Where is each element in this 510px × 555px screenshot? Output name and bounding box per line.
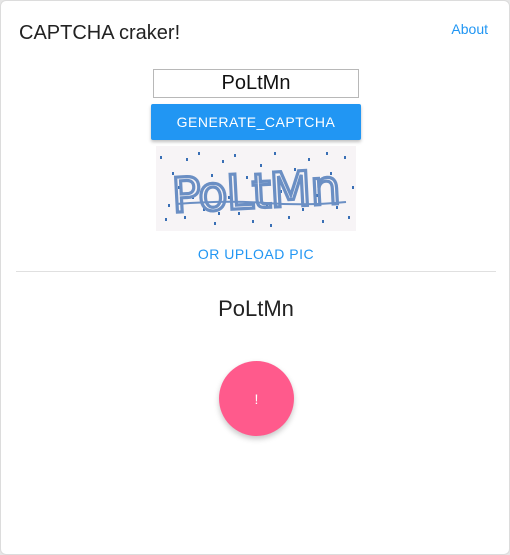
about-link[interactable]: About [451, 21, 488, 37]
generate-captcha-button[interactable]: GENERATE_CAPTCHA [151, 104, 361, 140]
captcha-image: PoLtMn [156, 146, 356, 231]
upload-pic-link[interactable]: OR UPLOAD PIC [1, 246, 509, 262]
app-title: CAPTCHA craker! [19, 22, 181, 44]
captcha-text-input[interactable] [153, 69, 359, 98]
recognized-text: PoLtMn [218, 296, 294, 321]
captcha-image-text: PoLtMn [170, 160, 341, 225]
crack-action-button[interactable]: ! [219, 361, 294, 436]
section-divider [16, 271, 496, 272]
app-card: CAPTCHA craker! About GENERATE_CAPTCHA P… [0, 0, 510, 555]
